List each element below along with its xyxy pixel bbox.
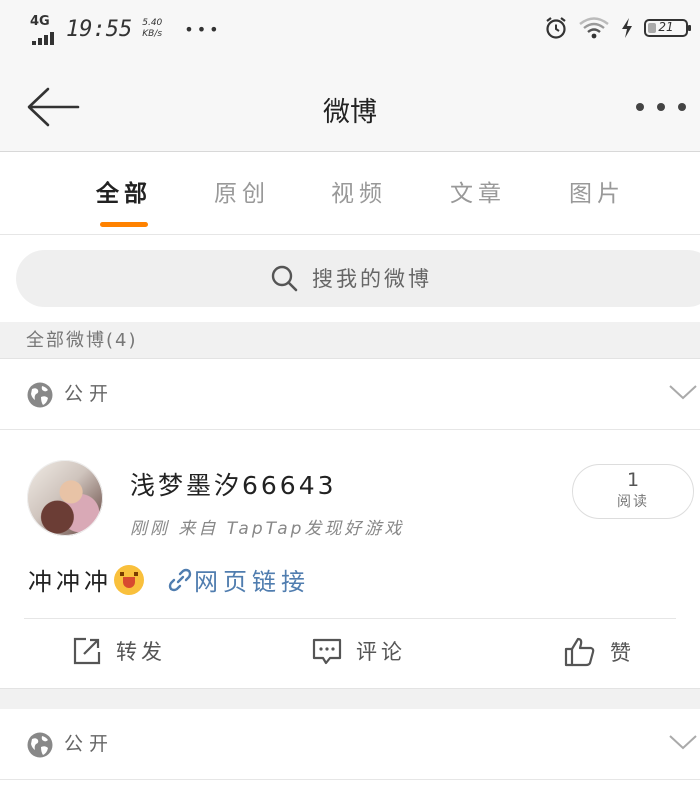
search-placeholder: 搜我的微博 <box>312 267 432 291</box>
repost-button[interactable]: 转发 <box>72 636 166 666</box>
like-icon <box>564 637 595 667</box>
comment-icon <box>312 638 342 665</box>
post-text: 冲冲冲 <box>28 568 112 596</box>
tab-original[interactable]: 原创 <box>214 174 270 208</box>
search-bar[interactable]: 搜我的微博 <box>16 250 700 307</box>
repost-icon <box>73 637 101 665</box>
page-title: 微博 <box>323 97 377 128</box>
divider <box>24 618 676 619</box>
filter-tabs: 全部 原创 视频 文章 图片 <box>0 152 700 235</box>
network-speed-value: 5.40 <box>142 18 163 28</box>
signal-bars-icon <box>32 32 54 45</box>
search-icon <box>271 265 298 292</box>
clock: 19:55 <box>66 16 133 42</box>
battery-level: 21 <box>658 20 674 34</box>
tab-image[interactable]: 图片 <box>569 174 625 208</box>
search-content: 搜我的微博 <box>270 263 432 293</box>
more-button[interactable] <box>636 92 686 122</box>
tab-video[interactable]: 视频 <box>331 174 387 208</box>
excited-emoji-icon <box>114 564 144 595</box>
like-button[interactable]: 赞 <box>564 636 635 668</box>
web-link[interactable]: 网页链接 <box>166 562 310 597</box>
wifi-icon <box>579 17 609 39</box>
tab-all[interactable]: 全部 <box>96 174 152 208</box>
network-speed: 5.40 KB/s <box>142 18 162 40</box>
comment-button[interactable]: 评论 <box>312 636 406 666</box>
post-meta: 刚刚 来自 TapTap发现好游戏 <box>130 519 405 539</box>
avatar[interactable] <box>27 460 103 536</box>
globe-icon <box>27 382 53 408</box>
section-title: 全部微博(4) <box>26 330 138 351</box>
comment-label: 评论 <box>356 640 406 664</box>
read-count-badge[interactable]: 1 阅读 <box>572 464 694 519</box>
status-bar: 4G 19:55 5.40 KB/s ••• 21 <box>0 0 700 64</box>
post-divider <box>0 688 700 710</box>
visibility-label: 公开 <box>64 733 115 755</box>
network-indicator: 4G <box>30 14 56 45</box>
globe-icon <box>27 732 53 758</box>
battery-icon: 21 <box>644 19 691 37</box>
post-card[interactable]: 浅梦墨汐66643 刚刚 来自 TapTap发现好游戏 1 阅读 冲冲冲 网页链… <box>0 430 700 688</box>
section-header: 全部微博(4) <box>0 322 700 359</box>
active-tab-indicator <box>100 222 148 227</box>
notification-dots: ••• <box>184 19 222 39</box>
visibility-row[interactable]: 公开 <box>0 359 700 430</box>
charging-icon <box>622 18 632 38</box>
chevron-down-icon <box>669 385 697 400</box>
visibility-label: 公开 <box>64 383 115 405</box>
network-speed-unit: KB/s <box>142 29 163 39</box>
link-icon <box>168 568 192 591</box>
chevron-down-icon <box>669 735 697 750</box>
alarm-icon <box>546 17 566 39</box>
network-type: 4G <box>30 14 50 29</box>
web-link-label: 网页链接 <box>194 568 310 596</box>
visibility-row[interactable]: 公开 <box>0 709 700 780</box>
nav-bar: 微博 <box>0 64 700 152</box>
status-bar-right: 21 <box>544 16 691 40</box>
repost-label: 转发 <box>116 640 166 664</box>
like-label: 赞 <box>610 641 635 665</box>
read-label: 阅读 <box>617 494 649 510</box>
read-count: 1 <box>626 469 640 491</box>
status-bar-left: 4G 19:55 5.40 KB/s ••• <box>30 14 222 45</box>
username[interactable]: 浅梦墨汐66643 <box>130 466 337 502</box>
tab-article[interactable]: 文章 <box>450 174 506 208</box>
more-icon <box>636 103 644 111</box>
post-body: 冲冲冲 网页链接 <box>28 562 310 597</box>
